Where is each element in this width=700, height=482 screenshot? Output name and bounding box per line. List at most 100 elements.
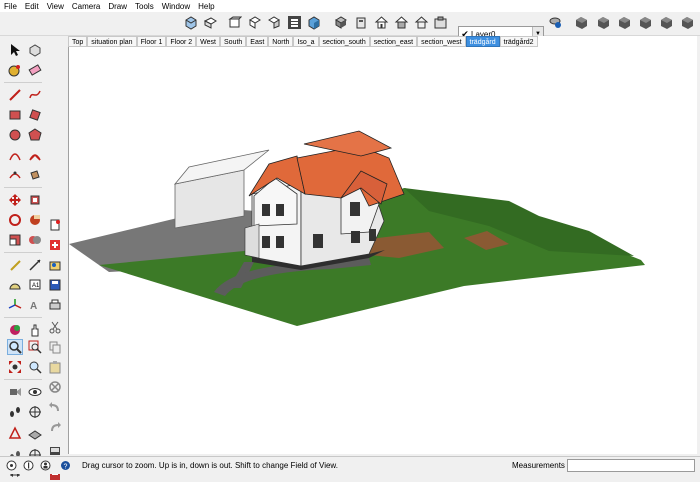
tab-floor-1[interactable]: Floor 1 [136, 36, 167, 47]
menu-camera[interactable]: Camera [72, 2, 100, 11]
menu-edit[interactable]: Edit [25, 2, 39, 11]
tape-measure-icon[interactable] [8, 258, 22, 272]
tab-iso-a[interactable]: Iso_a [293, 36, 319, 47]
menu-file[interactable]: File [4, 2, 17, 11]
tab-top[interactable]: Top [68, 36, 88, 47]
undo-icon[interactable] [48, 400, 62, 414]
paste-icon[interactable] [48, 360, 62, 374]
window [276, 236, 284, 248]
walk-icon[interactable] [8, 405, 22, 419]
pie-icon[interactable] [28, 148, 42, 162]
select-arrow-icon[interactable] [8, 43, 22, 57]
polygon-icon[interactable] [28, 128, 42, 142]
tab-floor-2[interactable]: Floor 2 [166, 36, 197, 47]
tab-section-east[interactable]: section_east [369, 36, 418, 47]
extension-icon[interactable] [433, 15, 448, 30]
section-cube-4-icon[interactable] [638, 15, 653, 30]
look-around-icon[interactable] [28, 385, 42, 399]
three-point-arc-icon[interactable] [8, 168, 22, 182]
3d-text-icon[interactable]: A [28, 298, 42, 312]
paint-bucket-icon[interactable] [8, 63, 22, 77]
tab-tradgard2[interactable]: trädgård2 [499, 36, 538, 47]
protractor-icon[interactable] [8, 278, 22, 292]
tab-north[interactable]: North [268, 36, 294, 47]
freehand-icon[interactable] [28, 88, 42, 102]
zoom-window-icon[interactable] [28, 340, 42, 354]
warehouse-icon[interactable] [354, 15, 369, 30]
eraser-icon[interactable] [28, 63, 42, 77]
move-icon[interactable] [8, 193, 22, 207]
components-icon[interactable] [334, 15, 349, 30]
user-account-icon[interactable] [40, 460, 51, 471]
open-file-icon[interactable] [48, 258, 62, 272]
zoom-icon[interactable] [7, 339, 23, 355]
previous-view-icon[interactable] [28, 360, 42, 374]
print-icon[interactable] [48, 298, 62, 312]
rectangle-icon[interactable] [8, 108, 22, 122]
menu-draw[interactable]: Draw [108, 2, 127, 11]
house-share-icon[interactable] [394, 15, 409, 30]
text-tool-icon[interactable]: A1 [28, 278, 42, 292]
back-view-icon[interactable] [266, 15, 281, 30]
scale-icon[interactable] [8, 233, 22, 247]
offset-icon[interactable] [28, 193, 42, 207]
front-view-icon[interactable] [227, 15, 242, 30]
dimension-icon[interactable] [28, 258, 42, 272]
orbit-icon[interactable] [8, 323, 22, 337]
circle-icon[interactable] [8, 128, 22, 142]
delete-icon[interactable] [48, 380, 62, 394]
zoom-extents-icon[interactable] [8, 360, 22, 374]
shaded-style-icon[interactable] [306, 15, 321, 30]
line-icon[interactable] [8, 88, 22, 102]
house-icon[interactable] [374, 15, 389, 30]
followme-small-icon[interactable] [8, 426, 22, 440]
pan-icon[interactable] [28, 323, 42, 337]
credits-icon[interactable] [23, 460, 34, 471]
save-icon[interactable] [48, 278, 62, 292]
follow-me-icon[interactable] [28, 213, 42, 227]
tab-east[interactable]: East [246, 36, 269, 47]
model-viewport[interactable] [68, 36, 697, 454]
arc-icon[interactable] [8, 148, 22, 162]
layer-manager-icon[interactable] [548, 15, 563, 30]
section-cube-5-icon[interactable] [659, 15, 674, 30]
add-location-icon[interactable] [48, 238, 62, 252]
push-pull-icon[interactable] [28, 168, 42, 182]
porch [244, 223, 260, 259]
tab-section-west[interactable]: section_west [417, 36, 466, 47]
section-cube-3-icon[interactable] [617, 15, 632, 30]
top-view-icon[interactable] [203, 15, 218, 30]
position-camera-icon[interactable] [8, 385, 22, 399]
help-icon[interactable]: ? [60, 460, 71, 471]
tab-west[interactable]: West [196, 36, 220, 47]
left-view-icon[interactable] [287, 15, 302, 30]
axes-icon[interactable] [8, 298, 22, 312]
menu-help[interactable]: Help [198, 2, 214, 11]
tab-tradgard[interactable]: trädgård [465, 36, 500, 47]
cut-icon[interactable] [48, 320, 62, 334]
menu-window[interactable]: Window [162, 2, 190, 11]
rotated-rectangle-icon[interactable] [28, 108, 42, 122]
sandbox-icon[interactable] [28, 426, 42, 440]
iso-view-icon[interactable] [183, 15, 198, 30]
tab-section-south[interactable]: section_south [318, 36, 370, 47]
section-cube-icon[interactable] [574, 15, 589, 30]
new-file-icon[interactable] [48, 218, 62, 232]
rotate-icon[interactable] [8, 213, 22, 227]
menu-tools[interactable]: Tools [135, 2, 154, 11]
measurements-field[interactable] [567, 459, 695, 472]
house-outline-icon[interactable] [414, 15, 429, 30]
right-view-icon[interactable] [247, 15, 262, 30]
copy-icon[interactable] [48, 340, 62, 354]
svg-text:?: ? [64, 464, 68, 471]
section-cube-2-icon[interactable] [596, 15, 611, 30]
menu-view[interactable]: View [47, 2, 64, 11]
intersect-icon[interactable] [28, 233, 42, 247]
section-plane-icon[interactable] [28, 405, 42, 419]
redo-icon[interactable] [48, 420, 62, 434]
section-cube-6-icon[interactable] [680, 15, 695, 30]
tab-south[interactable]: South [219, 36, 247, 47]
make-component-icon[interactable] [28, 43, 42, 57]
tab-situation-plan[interactable]: situation plan [87, 36, 137, 47]
geo-location-icon[interactable] [6, 460, 17, 471]
